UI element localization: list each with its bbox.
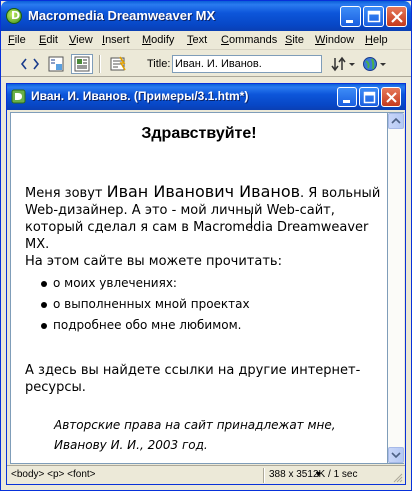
scroll-down-button[interactable] (388, 447, 404, 463)
window-size-value: 388 x 351 (269, 469, 313, 480)
doc-minimize-button[interactable] (337, 87, 357, 107)
intro-line-2: На этом сайте вы можете прочитать: (25, 254, 282, 269)
menu-modify[interactable]: Modify (142, 34, 174, 46)
menu-file[interactable]: File (8, 34, 26, 46)
design-view-icon (74, 56, 90, 72)
live-data-icon (110, 56, 126, 71)
page-title-input[interactable] (172, 55, 322, 73)
list-item[interactable]: о выполненных мной проектах (41, 294, 371, 315)
copyright-line-2: Иванову И. И., 2003 год. (54, 438, 208, 452)
document-window: Иван. И. Иванов. (Примеры/3.1.htm*) Здра… (6, 83, 406, 485)
split-view-button[interactable] (45, 54, 67, 74)
code-view-button[interactable] (19, 54, 41, 74)
dreamweaver-app-icon[interactable]: D (6, 8, 22, 24)
text-cursor (251, 213, 252, 229)
menu-text[interactable]: Text (187, 34, 207, 46)
minimize-icon (343, 100, 350, 103)
document-toolbar: Title: (1, 51, 411, 77)
dreamweaver-window: D Macromedia Dreamweaver MX File Edit View… (0, 0, 412, 491)
document-icon (11, 89, 26, 104)
document-title-bar[interactable]: Иван. И. Иванов. (Примеры/3.1.htm*) (7, 84, 405, 110)
menu-bar: File Edit View Insert Modify Text Commands Site… (1, 31, 411, 50)
scroll-down-icon (391, 452, 401, 459)
app-icon-letter: D (11, 9, 21, 22)
download-size-indicator: 2K / 1 sec (313, 469, 358, 480)
minimize-icon (346, 20, 353, 23)
live-data-button[interactable] (107, 54, 129, 74)
copyright-line-1: Авторские права на сайт принадлежат мне, (54, 418, 336, 432)
menu-window[interactable]: Window (315, 34, 354, 46)
status-separator (263, 468, 265, 483)
close-button[interactable] (386, 6, 407, 27)
app-title-bar[interactable]: D Macromedia Dreamweaver MX (1, 1, 411, 31)
design-view-button[interactable] (71, 54, 93, 74)
close-icon (386, 92, 397, 103)
list-item[interactable]: о моих увлечениях: (41, 273, 371, 294)
topics-list[interactable]: о моих увлечениях: о выполненных мной пр… (41, 273, 371, 336)
minimize-button[interactable] (340, 6, 361, 27)
menu-insert[interactable]: Insert (102, 34, 130, 46)
preview-browser-button[interactable] (360, 54, 388, 74)
document-title: Иван. И. Иванов. (Примеры/3.1.htm*) (31, 89, 249, 103)
scroll-up-button[interactable] (388, 113, 404, 129)
vertical-scrollbar[interactable] (388, 112, 404, 464)
menu-commands[interactable]: Commands (221, 34, 277, 46)
close-icon (391, 11, 403, 23)
list-item[interactable]: подробнее обо мне любимом. (41, 315, 371, 336)
page-heading[interactable]: Здравствуйте! (11, 125, 387, 143)
scroll-track[interactable] (388, 129, 404, 447)
toolbar-separator (99, 55, 101, 73)
links-paragraph[interactable]: А здесь вы найдете ссылки на другие инте… (25, 362, 365, 396)
copyright-text[interactable]: Авторские права на сайт принадлежат мне,… (54, 415, 374, 455)
author-name: Иван Иванович Иванов (106, 182, 301, 201)
maximize-icon (367, 10, 381, 23)
file-transfer-icon (331, 56, 355, 72)
file-management-button[interactable] (329, 54, 357, 74)
split-view-icon (48, 56, 64, 72)
code-view-icon (20, 58, 40, 70)
maximize-icon (363, 91, 376, 104)
doc-maximize-button[interactable] (359, 87, 379, 107)
title-label: Title: (147, 58, 171, 70)
intro-text-start: Меня зовут (25, 186, 107, 201)
maximize-button[interactable] (363, 6, 384, 27)
status-bar: <body> <p> <font> 388 x 351 ▾ 2K / 1 sec (7, 465, 405, 484)
menu-site[interactable]: Site (285, 34, 304, 46)
menu-view[interactable]: View (69, 34, 93, 46)
scroll-up-icon (391, 117, 401, 124)
tag-selector[interactable]: <body> <p> <font> (11, 469, 96, 480)
menu-help[interactable]: Help (365, 34, 388, 46)
menu-edit[interactable]: Edit (39, 34, 58, 46)
globe-icon (363, 57, 386, 71)
resize-grip-icon (393, 473, 403, 483)
intro-paragraph[interactable]: Меня зовут Иван Иванович Иванов. Я вольн… (25, 183, 385, 270)
design-view-content[interactable]: Здравствуйте! Меня зовут Иван Иванович И… (10, 112, 388, 464)
app-title: Macromedia Dreamweaver MX (28, 8, 216, 23)
doc-close-button[interactable] (381, 87, 401, 107)
